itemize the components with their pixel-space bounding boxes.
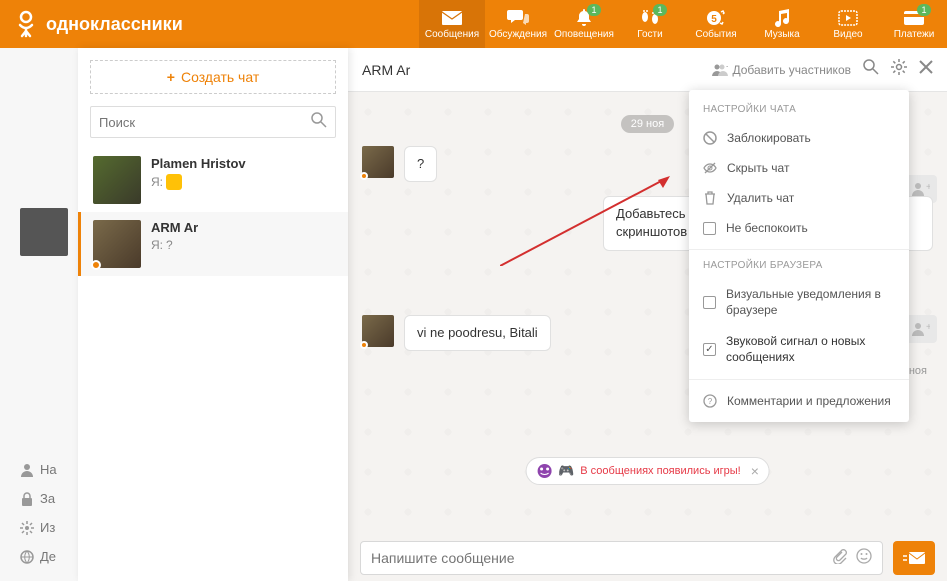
close-icon[interactable]: ×	[747, 463, 759, 479]
checkbox-icon	[703, 296, 716, 309]
dropdown-item-block[interactable]: Заблокировать	[689, 123, 909, 153]
badge: 1	[917, 4, 931, 16]
left-nav-item[interactable]: За	[20, 484, 57, 513]
chat-title: ARM Ar	[362, 62, 700, 78]
nav-messages[interactable]: Сообщения	[419, 0, 485, 48]
search-input[interactable]	[99, 115, 311, 130]
lock-icon	[20, 492, 34, 506]
nav-music[interactable]: Музыка	[749, 0, 815, 48]
nav-payments[interactable]: Платежи 1	[881, 0, 947, 48]
dropdown-item-hide[interactable]: Скрыть чат	[689, 153, 909, 183]
online-indicator	[91, 260, 101, 270]
header: одноклассники Сообщения Обсуждения Опове…	[0, 0, 947, 48]
nav-guests[interactable]: Гости 1	[617, 0, 683, 48]
chat-input-wrap[interactable]	[360, 541, 883, 575]
dropdown-section-title: НАСТРОЙКИ БРАУЗЕРА	[689, 256, 909, 279]
avatar	[93, 156, 141, 204]
dropdown-item-feedback[interactable]: ? Комментарии и предложения	[689, 386, 909, 416]
dropdown-item-delete[interactable]: Удалить чат	[689, 183, 909, 213]
conversation-item[interactable]: Plamen Hristov Я:	[78, 148, 348, 212]
five-icon: 5	[705, 9, 727, 27]
games-chip[interactable]: 🎮 В сообщениях появились игры! ×	[525, 457, 770, 485]
globe-icon	[20, 550, 34, 564]
add-members-button[interactable]: + Добавить участников	[712, 63, 851, 77]
nav: Сообщения Обсуждения Оповещения 1 Гости …	[419, 0, 947, 48]
gear-icon[interactable]	[891, 59, 907, 80]
chat-settings-dropdown: НАСТРОЙКИ ЧАТА Заблокировать Скрыть чат …	[689, 90, 909, 422]
dropdown-item-visual-notifications[interactable]: Визуальные уведомления в браузере	[689, 279, 909, 326]
plus-icon: +	[167, 69, 175, 85]
profile-avatar[interactable]	[20, 208, 68, 256]
send-button[interactable]	[893, 541, 935, 575]
ok-logo-icon	[14, 9, 38, 39]
message-bubble: ?	[404, 146, 437, 182]
badge: 1	[587, 4, 601, 16]
left-nav: На За Из Де	[20, 455, 57, 571]
chat-header: ARM Ar + Добавить участников	[348, 48, 947, 92]
svg-text:+: +	[726, 64, 728, 71]
left-nav-item[interactable]: Де	[20, 542, 57, 571]
svg-text:?: ?	[708, 397, 713, 406]
person-icon	[20, 463, 34, 477]
logo-text: одноклассники	[46, 14, 183, 35]
emoji-icon	[166, 174, 182, 190]
message-bubble: vi ne poodresu, Bitali	[404, 315, 551, 351]
svg-text:+: +	[926, 182, 930, 193]
logo[interactable]: одноклассники	[0, 9, 197, 39]
video-icon	[837, 9, 859, 27]
badge: 1	[653, 4, 667, 16]
search-icon[interactable]	[863, 59, 879, 80]
nav-discussions[interactable]: Обсуждения	[485, 0, 551, 48]
search-icon[interactable]	[311, 112, 327, 133]
add-people-icon: +	[712, 64, 728, 76]
send-icon	[903, 550, 925, 566]
envelope-icon	[441, 9, 463, 27]
close-icon[interactable]	[919, 60, 933, 79]
trash-icon	[703, 191, 717, 205]
game-icon	[536, 463, 552, 479]
checkbox-icon	[703, 222, 716, 235]
emoji-icon[interactable]	[856, 548, 872, 569]
block-icon	[703, 131, 717, 145]
attach-icon[interactable]	[832, 548, 848, 569]
conversation-item[interactable]: ARM Ar Я: ?	[78, 212, 348, 276]
left-rail: На За Из Де	[0, 48, 78, 581]
message-input[interactable]	[371, 550, 824, 566]
conversations-sidebar: + Создать чат Plamen Hristov Я: ARM Ar Я…	[78, 48, 348, 581]
avatar	[93, 220, 141, 268]
search-box[interactable]	[90, 106, 336, 138]
dropdown-item-sound-notifications[interactable]: Звуковой сигнал о новых сообщениях	[689, 326, 909, 373]
dropdown-section-title: НАСТРОЙКИ ЧАТА	[689, 100, 909, 123]
create-chat-button[interactable]: + Создать чат	[90, 60, 336, 94]
nav-notifications[interactable]: Оповещения 1	[551, 0, 617, 48]
checkbox-checked-icon	[703, 343, 716, 356]
nav-events[interactable]: 5 События	[683, 0, 749, 48]
svg-text:5: 5	[711, 14, 717, 25]
eye-off-icon	[703, 161, 717, 175]
avatar[interactable]	[362, 315, 394, 347]
dropdown-item-dnd[interactable]: Не беспокоить	[689, 213, 909, 243]
left-nav-item[interactable]: На	[20, 455, 57, 484]
left-nav-item[interactable]: Из	[20, 513, 57, 542]
nav-video[interactable]: Видео	[815, 0, 881, 48]
chat-input-bar	[348, 535, 947, 581]
chat-icon	[507, 9, 529, 27]
settings-icon	[20, 521, 34, 535]
music-icon	[771, 9, 793, 27]
question-icon: ?	[703, 394, 717, 408]
avatar[interactable]	[362, 146, 394, 178]
